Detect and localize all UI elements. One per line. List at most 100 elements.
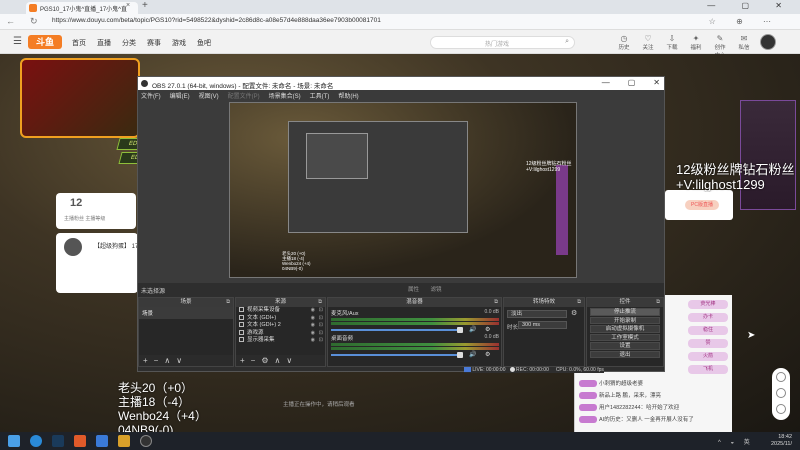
dock-float-icon[interactable]: ⧉ (494, 298, 498, 307)
right-promo-banner[interactable] (740, 100, 796, 210)
gear-icon[interactable]: ⚙ (571, 309, 577, 317)
nav-yuba[interactable]: 鱼吧 (197, 38, 211, 48)
browser-toolbar-icons[interactable]: ☆ ⊕ ⋯ (709, 17, 780, 26)
fader-knob[interactable] (457, 327, 463, 333)
nav-games[interactable]: 游戏 (172, 38, 186, 48)
browser-window-controls[interactable]: — ▢ ✕ (707, 1, 794, 10)
nav-home[interactable]: 首页 (72, 38, 86, 48)
lock-icon[interactable]: ⊡ (319, 315, 323, 323)
menu-edit[interactable]: 编辑(E) (170, 91, 190, 100)
text-icon (239, 322, 244, 328)
browser-tab[interactable]: PGS10_17小鬼^直播_17小鬼^直 (26, 2, 138, 14)
properties-button[interactable]: 属性 (408, 287, 419, 293)
start-recording-button[interactable]: 开始录制 (590, 316, 660, 324)
scene-toolbar[interactable]: +−∧∨ (139, 355, 233, 366)
scene-item[interactable]: 场景 (139, 307, 233, 319)
new-tab-button[interactable]: + (142, 0, 148, 11)
app-icon[interactable] (96, 435, 108, 447)
douyu-logo[interactable]: 斗鱼 (28, 35, 62, 49)
streamer-card[interactable]: 【超级狗蛋】 17小鬼^ (56, 233, 153, 293)
volume-fader[interactable]: 🔊 ⚙ (331, 352, 499, 358)
menu-scene-collection[interactable]: 场景集合(S) (269, 91, 301, 100)
exit-button[interactable]: 退出 (590, 350, 660, 358)
menu-profile[interactable]: 配置文件(P) (228, 91, 260, 100)
obs-titlebar[interactable]: OBS 27.0.1 (64-bit, windows) - 配置文件: 未命名… (138, 77, 664, 90)
visibility-icon[interactable]: ◉ (311, 315, 315, 323)
visibility-icon[interactable]: ◉ (311, 337, 315, 345)
dock-float-icon[interactable]: ⧉ (226, 298, 230, 307)
back-icon[interactable]: ← (6, 16, 15, 26)
taskbar-clock[interactable]: 18:42 2025/11/ (771, 434, 792, 448)
gift-item[interactable]: 稳住 (688, 326, 728, 335)
source-item[interactable]: 游戏源 ◉ ⊡ (236, 330, 325, 338)
system-tray[interactable]: ^ ◒ 英 (718, 437, 754, 446)
pc-live-button[interactable]: PC版直播 (685, 200, 719, 210)
source-item[interactable]: 显示器采集 ◉ ⊡ (236, 337, 325, 345)
steam-icon[interactable] (52, 435, 64, 447)
minimize-icon[interactable]: — (602, 78, 610, 87)
tab-close-icon[interactable]: × (126, 2, 130, 9)
gift-item[interactable]: 飞机 (688, 365, 728, 374)
obs-preview[interactable]: 12级粉丝牌钻石粉丝 +V:lilghost1299 老头20 (+0) 主播1… (138, 100, 664, 283)
menu-tools[interactable]: 工具(T) (310, 91, 330, 100)
float-button[interactable] (776, 404, 786, 414)
source-item[interactable]: 文本 (GDI+) 2 ◉ ⊡ (236, 322, 325, 330)
creator-icon: ✎ (716, 34, 724, 43)
source-item[interactable]: 视频采集设备 ◉ ⊡ (236, 307, 325, 315)
lock-icon[interactable]: ⊡ (319, 337, 323, 345)
fader-knob[interactable] (457, 352, 463, 358)
app-icon[interactable] (118, 435, 130, 447)
speaker-icon[interactable]: 🔊 (469, 326, 476, 333)
dock-float-icon[interactable]: ⧉ (656, 298, 660, 307)
nav-live[interactable]: 直播 (97, 38, 111, 48)
float-button[interactable] (776, 388, 786, 398)
close-icon[interactable]: ✕ (653, 78, 660, 87)
settings-button[interactable]: 设置 (590, 342, 660, 350)
source-item[interactable]: 文本 (GDI+) ◉ ⊡ (236, 315, 325, 323)
lock-icon[interactable]: ⊡ (319, 307, 323, 315)
search-icon[interactable]: ⌕ (565, 38, 569, 46)
lock-icon[interactable]: ⊡ (319, 322, 323, 330)
streamer-avatar[interactable] (64, 238, 82, 256)
url-field[interactable]: https://www.douyu.com/beta/topic/PGS10?r… (52, 17, 381, 24)
app-icon[interactable] (74, 435, 86, 447)
dock-float-icon[interactable]: ⧉ (318, 298, 322, 307)
gear-icon[interactable]: ⚙ (485, 326, 490, 333)
gift-item[interactable]: 办卡 (688, 313, 728, 322)
search-input[interactable]: 热门游戏 ⌕ (430, 36, 575, 49)
virtual-camera-button[interactable]: 启动虚拟摄像机 (590, 325, 660, 333)
filters-button[interactable]: 滤镜 (431, 287, 442, 293)
refresh-icon[interactable]: ↻ (30, 16, 38, 27)
transition-select[interactable]: 淡出 (507, 310, 567, 318)
user-avatar[interactable] (760, 34, 776, 50)
float-button[interactable] (776, 372, 786, 382)
menu-help[interactable]: 帮助(H) (338, 91, 358, 100)
visibility-icon[interactable]: ◉ (311, 330, 315, 338)
gift-item[interactable]: 火箭 (688, 352, 728, 361)
duration-input[interactable]: 300 ms (518, 321, 567, 329)
studio-mode-button[interactable]: 工作室模式 (590, 333, 660, 341)
speaker-icon[interactable]: 🔊 (469, 351, 476, 358)
maximize-icon[interactable]: ▢ (628, 78, 636, 87)
volume-fader[interactable]: 🔊 ⚙ (331, 327, 499, 333)
volume-meter (331, 343, 499, 346)
visibility-icon[interactable]: ◉ (311, 307, 315, 315)
start-icon[interactable] (8, 435, 20, 447)
nav-events[interactable]: 赛事 (147, 38, 161, 48)
edge-icon[interactable] (30, 435, 42, 447)
language-indicator[interactable]: 英 (744, 440, 754, 446)
dock-float-icon[interactable]: ⧉ (577, 298, 581, 307)
visibility-icon[interactable]: ◉ (311, 322, 315, 330)
nav-category[interactable]: 分类 (122, 38, 136, 48)
gift-item[interactable]: 赞 (688, 339, 728, 348)
obs-taskbar-icon[interactable] (140, 435, 152, 447)
right-card[interactable]: PC版直播 (665, 190, 733, 220)
stop-streaming-button[interactable]: 停止推流 (590, 308, 660, 316)
menu-file[interactable]: 文件(F) (141, 91, 161, 100)
menu-view[interactable]: 视图(V) (199, 91, 219, 100)
lock-icon[interactable]: ⊡ (319, 330, 323, 338)
menu-icon[interactable]: ☰ (13, 36, 22, 47)
gear-icon[interactable]: ⚙ (485, 351, 490, 358)
source-toolbar[interactable]: +−⚙∧∨ (236, 355, 325, 366)
gift-item[interactable]: 荧光棒 (688, 300, 728, 309)
